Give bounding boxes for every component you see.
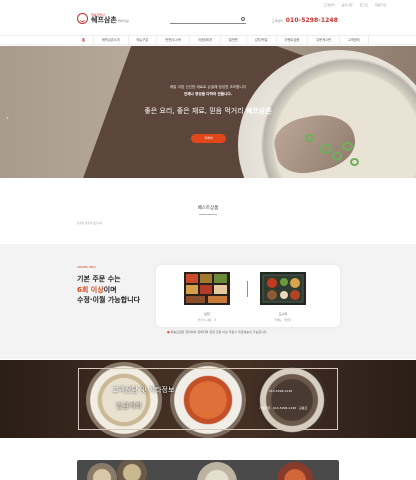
product-card: 반찬 반찬 3~4종 · 국 도시락 주메뉴 · 밑반찬 (156, 265, 340, 327)
nav-item-home[interactable]: 홈 (74, 36, 94, 45)
site-logo[interactable]: 행복한밥상 쉐프삼촌케이터링 (77, 13, 129, 24)
best-products-empty-note: 등록된 상품이 없습니다. (77, 222, 104, 225)
header-phone: 고객센터 010-5298-1248 (272, 17, 338, 24)
main-nav: 홈 쉐프삼촌소개 메뉴구분 반찬/도시락 국/탕/찌개 밑반찬 김치/젓갈 이벤… (0, 35, 416, 45)
hero-line-1: 매일 아침 신선한 재료로 손질해 정성껏 조리합니다 (169, 85, 247, 89)
nav-item-soup[interactable]: 국/탕/찌개 (190, 36, 221, 45)
best-products-title: 베스트상품 (0, 205, 416, 215)
bottom-section (0, 438, 416, 480)
food-plate-image (117, 460, 147, 480)
consult-info-box: 고객상담 및 기타정보 입금계좌 010-5298-1248 기업은행 · 01… (78, 368, 338, 430)
banchan-image (184, 272, 230, 305)
divider (247, 281, 248, 297)
product-banchan[interactable]: 반찬 반찬 3~4종 · 국 (183, 272, 231, 322)
nav-item-kimchi[interactable]: 김치/젓갈 (247, 36, 277, 45)
nav-item-order-board[interactable]: 주문게시판 (308, 36, 340, 45)
consult-banner: 고객상담 및 기타정보 입금계좌 010-5298-1248 기업은행 · 01… (0, 360, 416, 438)
site-header: 행복한밥상 쉐프삼촌케이터링 고객센터 010-5298-1248 (0, 10, 416, 34)
order-info-section: ORDER INFO 기본 주문 수는 6회 이상이며 수정·이월 가능합니다 … (0, 244, 416, 359)
food-plate-image (197, 462, 237, 480)
bottom-food-banner (77, 460, 339, 480)
scallion-image (350, 158, 359, 166)
dosirak-image (260, 272, 306, 305)
consult-account: 기업은행 · 010-5298-1248 · 김쉐프 (259, 406, 308, 410)
product-name: 도시락 (278, 312, 288, 316)
consult-phone: 010-5298-1248 (269, 389, 293, 393)
phone-label: 고객센터 (271, 19, 283, 23)
product-name: 반찬 (204, 312, 210, 316)
scallion-image (332, 152, 342, 161)
scallion-image (305, 134, 314, 142)
util-link-login[interactable]: 로그인 (360, 3, 368, 7)
search-input[interactable] (170, 17, 246, 24)
scallion-image (342, 142, 353, 151)
order-info-label: ORDER INFO (77, 265, 96, 269)
food-plate-image (277, 462, 313, 480)
nav-item-support[interactable]: 고객센터 (340, 36, 369, 45)
order-notice: 배송요일은 협의하여 정해지며 일정 인원 이상 주문시 무료배송이 가능합니다… (167, 330, 268, 334)
product-info: 반찬 3~4종 · 국 (197, 319, 217, 322)
nav-item-sidedish[interactable]: 밑반찬 (221, 36, 247, 45)
hero-line-2: 언제나 정성을 다하여 만듭니다. (183, 92, 233, 96)
chef-logo-icon (77, 13, 88, 24)
nav-item-about[interactable]: 쉐프삼촌소개 (94, 36, 129, 45)
product-info: 주메뉴 · 밑반찬 (274, 319, 292, 322)
util-link-join[interactable]: 회원가입 (375, 3, 386, 7)
utility-links: 고객센터 공지사항 로그인 회원가입 (324, 3, 386, 7)
hero-more-button[interactable]: 자세히 (191, 134, 226, 143)
logo-name: 쉐프삼촌케이터링 (91, 15, 129, 24)
consult-subtitle: 입금계좌 (116, 402, 142, 410)
phone-number: 010-5298-1248 (285, 17, 338, 24)
hero-banner: ‹ › 매일 아침 신선한 재료로 손질해 정성껏 조리합니다 언제나 정성을 … (0, 46, 416, 178)
scallion-image (320, 144, 332, 154)
hero-line-3: 좋은 요리, 좋은 재료, 믿음 먹거리 쉐프삼촌 (144, 107, 272, 115)
food-plate-image (87, 463, 117, 480)
consult-title: 고객상담 및 기타정보 (112, 386, 175, 394)
util-link-notice[interactable]: 공지사항 (342, 3, 353, 7)
nav-item-menu[interactable]: 메뉴구분 (129, 36, 158, 45)
best-products-section: 베스트상품 등록된 상품이 없습니다. (0, 178, 416, 244)
nav-item-lunchbox[interactable]: 반찬/도시락 (157, 36, 191, 45)
product-dosirak[interactable]: 도시락 주메뉴 · 밑반찬 (259, 272, 307, 322)
util-link-customer-center[interactable]: 고객센터 (324, 3, 335, 7)
search-icon[interactable] (241, 17, 245, 21)
order-info-heading: 기본 주문 수는 6회 이상이며 수정·이월 가능합니다 (77, 275, 141, 304)
nav-item-event[interactable]: 이벤트상품 (277, 36, 309, 45)
